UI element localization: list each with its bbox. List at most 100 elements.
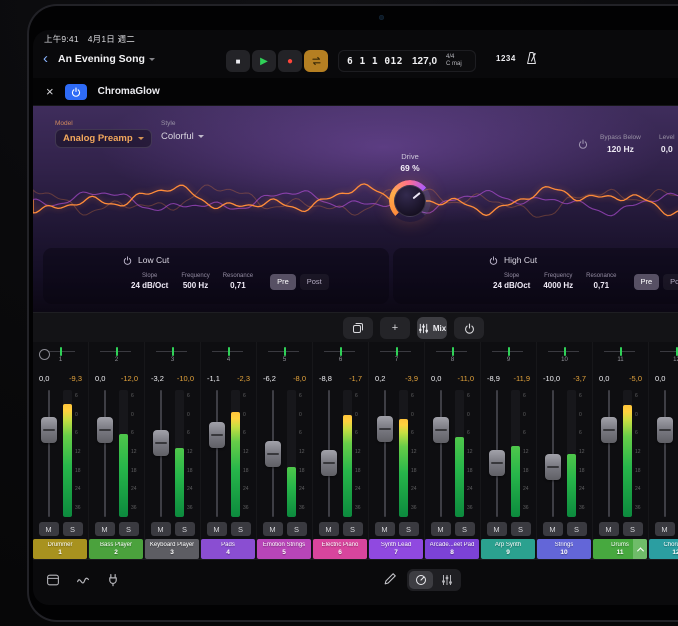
- solo-button[interactable]: S: [455, 522, 475, 536]
- fader-handle[interactable]: [97, 417, 113, 443]
- fader-handle[interactable]: [265, 441, 281, 467]
- mute-button[interactable]: M: [487, 522, 507, 536]
- pan-control[interactable]: 6: [313, 342, 368, 368]
- pan-control[interactable]: 9: [481, 342, 536, 368]
- pan-control[interactable]: 3: [145, 342, 200, 368]
- mute-button[interactable]: M: [319, 522, 339, 536]
- mute-button[interactable]: M: [543, 522, 563, 536]
- close-icon[interactable]: ×: [46, 85, 54, 98]
- mute-button[interactable]: M: [207, 522, 227, 536]
- low-cut-resonance[interactable]: Resonance 0,71: [223, 273, 253, 290]
- fader-handle[interactable]: [321, 450, 337, 476]
- track-label[interactable]: Pads 4: [201, 539, 255, 559]
- mute-button[interactable]: M: [431, 522, 451, 536]
- model-select[interactable]: Analog Preamp: [55, 129, 152, 148]
- high-cut-pre-button[interactable]: Pre: [634, 274, 660, 290]
- power-icon[interactable]: [489, 256, 498, 265]
- pan-control[interactable]: 8: [425, 342, 480, 368]
- fader-handle[interactable]: [41, 417, 57, 443]
- fader-handle[interactable]: [153, 430, 169, 456]
- front-camera: [379, 15, 384, 20]
- plugin-power-toggle[interactable]: [65, 84, 87, 100]
- power-icon[interactable]: [123, 256, 132, 265]
- cycle-button[interactable]: [304, 50, 328, 72]
- solo-button[interactable]: S: [343, 522, 363, 536]
- faders-mode-button[interactable]: [435, 571, 459, 589]
- song-title-menu[interactable]: An Evening Song: [58, 53, 155, 65]
- metronome-button[interactable]: [523, 50, 539, 66]
- mute-button[interactable]: M: [375, 522, 395, 536]
- track-label[interactable]: Drums 11: [593, 539, 647, 559]
- track-label[interactable]: Bass Player 2: [89, 539, 143, 559]
- fader-handle[interactable]: [545, 454, 561, 480]
- pan-control[interactable]: 2: [89, 342, 144, 368]
- solo-button[interactable]: S: [119, 522, 139, 536]
- low-cut-slope[interactable]: Slope 24 dB/Oct: [131, 273, 168, 290]
- high-cut-slope[interactable]: Slope 24 dB/Oct: [493, 273, 530, 290]
- solo-button[interactable]: S: [63, 522, 83, 536]
- pan-knob-icon[interactable]: [39, 349, 50, 360]
- knob-mode-button[interactable]: [409, 571, 433, 589]
- solo-button[interactable]: S: [399, 522, 419, 536]
- loops-button[interactable]: [73, 570, 93, 590]
- mute-button[interactable]: M: [95, 522, 115, 536]
- play-button[interactable]: ▶: [252, 50, 276, 72]
- bypass-below-control[interactable]: Bypass Below 120 Hz: [600, 134, 641, 154]
- back-chevron-icon[interactable]: ‹: [43, 49, 48, 69]
- fader-handle[interactable]: [433, 417, 449, 443]
- collapse-chevron-icon[interactable]: [633, 539, 647, 559]
- track-label[interactable]: Drummer 1: [33, 539, 87, 559]
- fader-handle[interactable]: [489, 450, 505, 476]
- low-cut-frequency[interactable]: Frequency 500 Hz: [181, 273, 209, 290]
- bypass-power-toggle[interactable]: [578, 139, 588, 149]
- stop-button[interactable]: ■: [226, 50, 250, 72]
- high-cut-post-button[interactable]: Post: [663, 274, 678, 290]
- solo-button[interactable]: S: [511, 522, 531, 536]
- solo-button[interactable]: S: [287, 522, 307, 536]
- pan-control[interactable]: 11: [593, 342, 648, 368]
- solo-button[interactable]: S: [231, 522, 251, 536]
- mute-button[interactable]: M: [263, 522, 283, 536]
- pan-control[interactable]: 4: [201, 342, 256, 368]
- add-track-button[interactable]: +: [380, 317, 410, 339]
- edit-button[interactable]: [383, 572, 397, 586]
- duplicate-view-button[interactable]: [343, 317, 373, 339]
- low-cut-post-button[interactable]: Post: [300, 274, 329, 290]
- pan-control[interactable]: 10: [537, 342, 592, 368]
- track-label[interactable]: Arp Synth 9: [481, 539, 535, 559]
- fader-handle[interactable]: [209, 422, 225, 448]
- solo-button[interactable]: S: [623, 522, 643, 536]
- track-label[interactable]: Electric Piano 6: [313, 539, 367, 559]
- track-label[interactable]: Chorus V 12: [649, 539, 678, 559]
- mute-button[interactable]: M: [655, 522, 675, 536]
- solo-button[interactable]: S: [567, 522, 587, 536]
- plugins-button[interactable]: [103, 570, 123, 590]
- solo-button[interactable]: S: [175, 522, 195, 536]
- track-label[interactable]: Keyboard Player 3: [145, 539, 199, 559]
- fader-handle[interactable]: [377, 416, 393, 442]
- high-cut-frequency[interactable]: Frequency 4000 Hz: [543, 273, 573, 290]
- level-control[interactable]: Level 0,0: [659, 134, 675, 154]
- lcd-display[interactable]: 6 1 1 012 127,0 4/4 C maj: [338, 50, 476, 72]
- mute-button[interactable]: M: [39, 522, 59, 536]
- high-cut-resonance[interactable]: Resonance 0,71: [586, 273, 616, 290]
- pan-control[interactable]: 5: [257, 342, 312, 368]
- count-in-button[interactable]: 1234: [496, 54, 516, 63]
- style-select[interactable]: Colorful: [161, 131, 204, 142]
- drive-knob[interactable]: [389, 180, 431, 222]
- mute-button[interactable]: M: [151, 522, 171, 536]
- pan-control[interactable]: 12: [649, 342, 678, 368]
- low-cut-pre-button[interactable]: Pre: [270, 274, 296, 290]
- track-label[interactable]: Synth Lead 7: [369, 539, 423, 559]
- mixer-power-button[interactable]: [454, 317, 484, 339]
- record-button[interactable]: ●: [278, 50, 302, 72]
- track-label[interactable]: Arcade...eet Pad 8: [425, 539, 479, 559]
- mute-button[interactable]: M: [599, 522, 619, 536]
- fader-handle[interactable]: [601, 417, 617, 443]
- track-label[interactable]: Strings 10: [537, 539, 591, 559]
- fader-handle[interactable]: [657, 417, 673, 443]
- mix-view-button[interactable]: Mix: [417, 317, 447, 339]
- browser-button[interactable]: [43, 570, 63, 590]
- track-label[interactable]: Emotion Strings 5: [257, 539, 311, 559]
- pan-control[interactable]: 7: [369, 342, 424, 368]
